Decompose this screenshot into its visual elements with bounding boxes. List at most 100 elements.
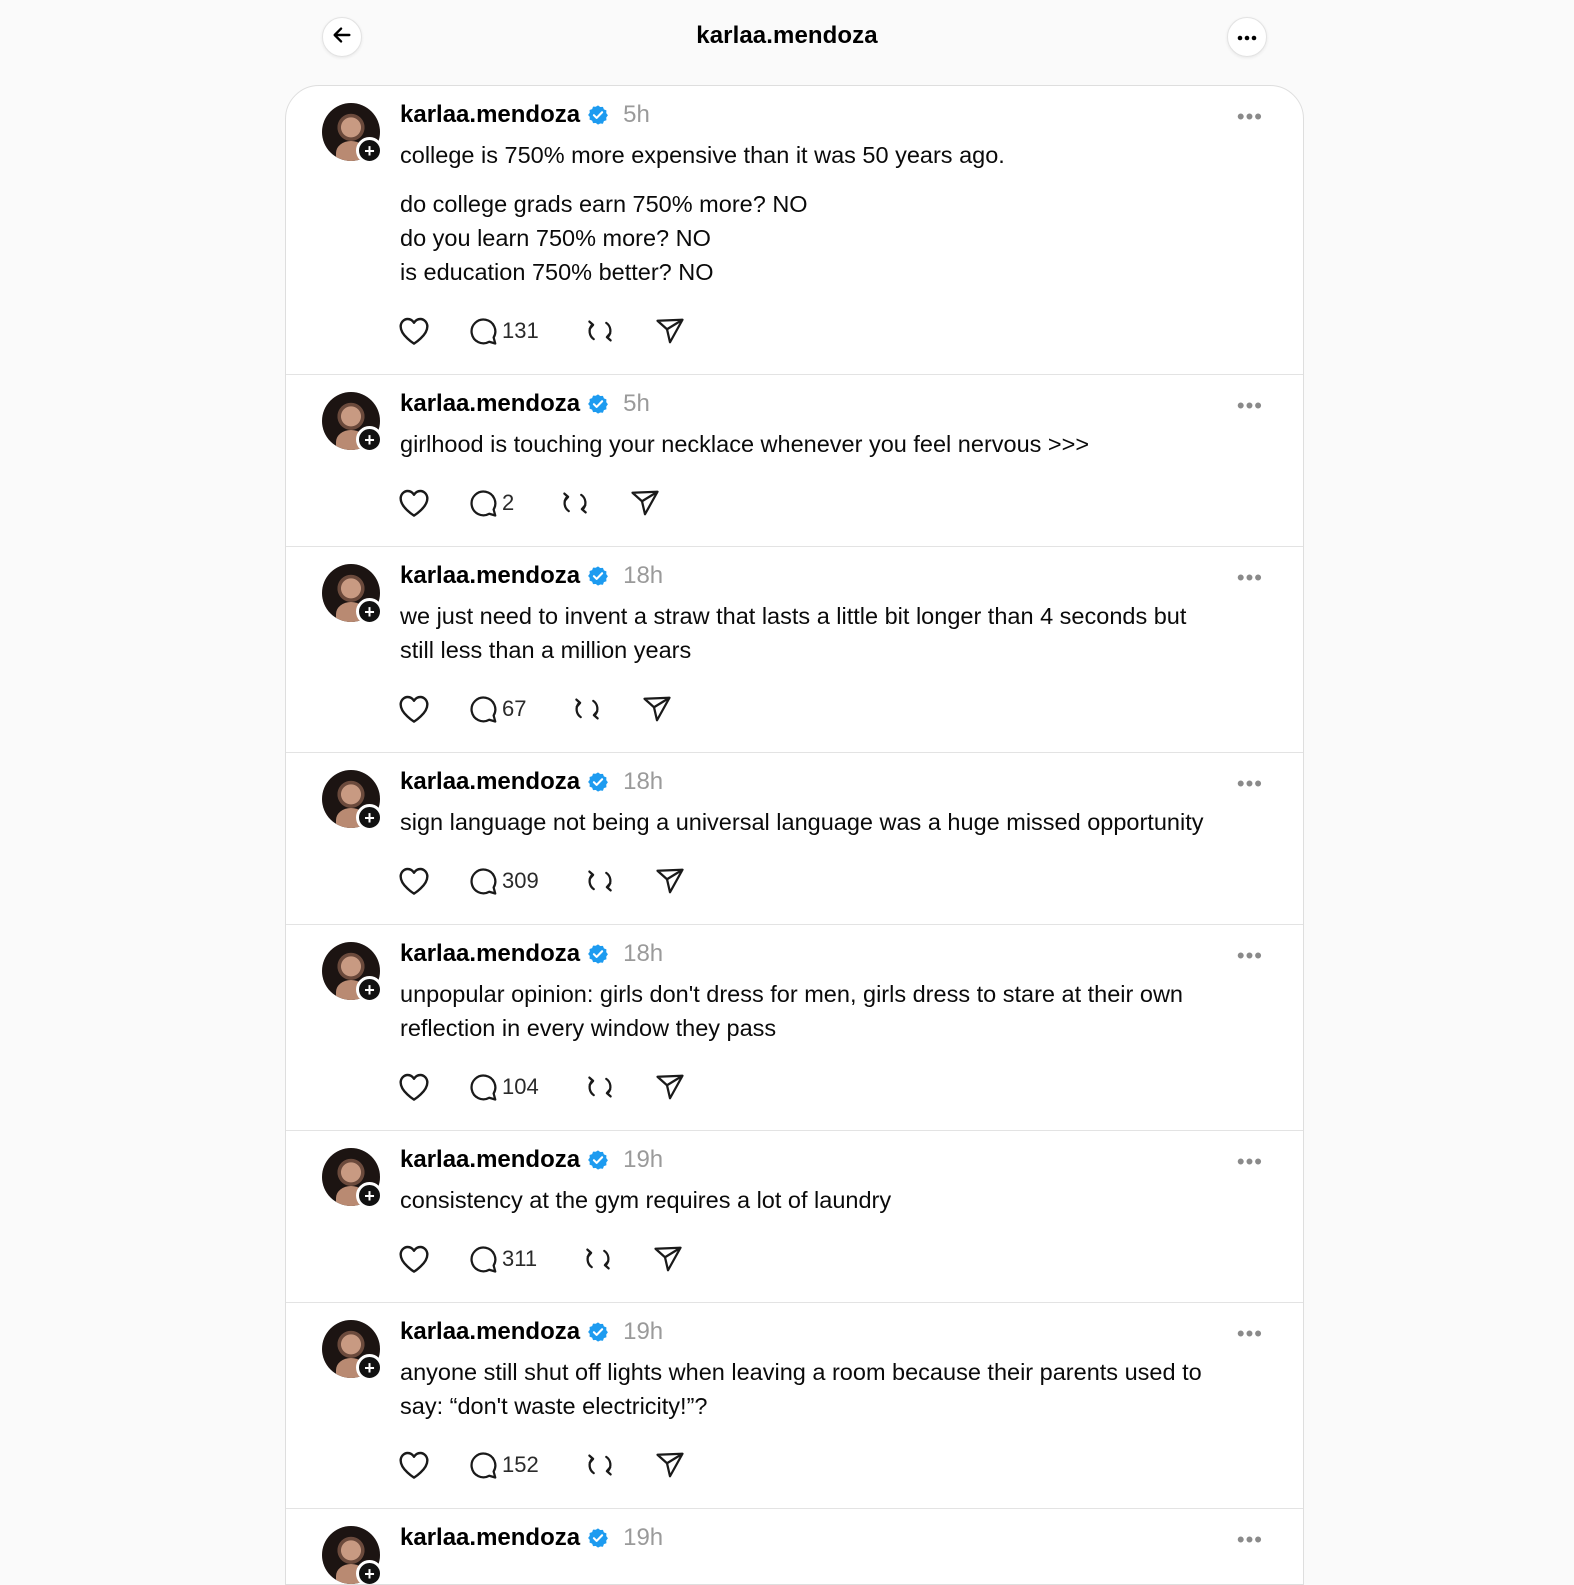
send-icon [653, 1244, 683, 1274]
follow-plus-icon[interactable]: + [356, 1182, 383, 1209]
post-timestamp: 5h [623, 390, 650, 417]
verified-badge-icon [587, 393, 609, 415]
send-icon [655, 866, 685, 896]
follow-plus-icon[interactable]: + [356, 137, 383, 164]
like-button[interactable] [398, 488, 468, 518]
reply-button[interactable]: 311 [468, 1244, 537, 1274]
avatar[interactable]: + [322, 1526, 383, 1584]
reply-button[interactable]: 152 [468, 1450, 539, 1480]
post-timestamp: 19h [623, 1146, 664, 1173]
post-username[interactable]: karlaa.mendoza [400, 390, 580, 418]
avatar[interactable]: + [322, 564, 383, 625]
post-actions: 152 [398, 1445, 1263, 1485]
post-username[interactable]: karlaa.mendoza [400, 940, 580, 968]
like-button[interactable] [398, 1244, 468, 1274]
share-button[interactable] [655, 1072, 685, 1102]
post-paragraph: consistency at the gym requires a lot of… [400, 1187, 892, 1213]
post-username[interactable]: karlaa.mendoza [400, 1524, 580, 1552]
post-paragraph: college is 750% more expensive than it w… [400, 142, 1005, 168]
reply-button[interactable]: 309 [468, 866, 539, 896]
share-button[interactable] [630, 488, 660, 518]
avatar[interactable]: + [322, 103, 383, 164]
follow-plus-icon[interactable]: + [356, 804, 383, 831]
post-paragraph: unpopular opinion: girls don't dress for… [400, 981, 1183, 1041]
avatar[interactable]: + [322, 1148, 383, 1209]
post-username[interactable]: karlaa.mendoza [400, 562, 580, 590]
reply-button[interactable]: 2 [468, 488, 514, 518]
follow-plus-icon[interactable]: + [356, 598, 383, 625]
share-button[interactable] [653, 1244, 683, 1274]
post-actions: 311 [398, 1239, 1263, 1279]
verified-badge-icon [587, 565, 609, 587]
reply-button[interactable]: 104 [468, 1072, 539, 1102]
reply-count: 152 [502, 1452, 539, 1477]
avatar[interactable]: + [322, 1320, 383, 1381]
repost-button[interactable] [572, 694, 642, 724]
like-button[interactable] [398, 694, 468, 724]
post-text: consistency at the gym requires a lot of… [400, 1183, 1263, 1217]
post-more-icon[interactable]: ••• [1237, 106, 1263, 128]
post-actions: 309 [398, 861, 1263, 901]
post-more-icon[interactable]: ••• [1237, 395, 1263, 417]
send-icon [630, 488, 660, 518]
post: + ••• karlaa.mendoza 5h girlhood is touc… [286, 375, 1303, 547]
verified-badge-icon [587, 1149, 609, 1171]
post-paragraph: girlhood is touching your necklace whene… [400, 431, 1090, 457]
post-timestamp: 18h [623, 768, 664, 795]
repost-icon [585, 316, 615, 346]
post-more-icon[interactable]: ••• [1237, 1151, 1263, 1173]
post-text: sign language not being a universal lang… [400, 805, 1263, 839]
like-button[interactable] [398, 316, 468, 346]
post-username[interactable]: karlaa.mendoza [400, 101, 580, 129]
reply-count: 131 [502, 318, 539, 343]
repost-button[interactable] [585, 866, 655, 896]
repost-button[interactable] [560, 488, 630, 518]
follow-plus-icon[interactable]: + [356, 976, 383, 1003]
post: + ••• karlaa.mendoza 18h unpopular opini… [286, 925, 1303, 1131]
post-actions: 104 [398, 1067, 1263, 1107]
post-username[interactable]: karlaa.mendoza [400, 1146, 580, 1174]
post-username[interactable]: karlaa.mendoza [400, 768, 580, 796]
post-actions: 2 [398, 483, 1263, 523]
follow-plus-icon[interactable]: + [356, 1354, 383, 1381]
reply-count: 104 [502, 1074, 539, 1099]
share-button[interactable] [655, 316, 685, 346]
more-options-button[interactable] [1227, 17, 1267, 57]
share-button[interactable] [642, 694, 672, 724]
post-text: anyone still shut off lights when leavin… [400, 1355, 1263, 1423]
like-button[interactable] [398, 1072, 468, 1102]
repost-button[interactable] [585, 1072, 655, 1102]
post-more-icon[interactable]: ••• [1237, 1529, 1263, 1551]
heart-icon [398, 1450, 430, 1480]
repost-icon [585, 866, 615, 896]
send-icon [642, 694, 672, 724]
post-more-icon[interactable]: ••• [1237, 567, 1263, 589]
reply-button[interactable]: 67 [468, 694, 526, 724]
post-paragraph: do college grads earn 750% more? NO do y… [400, 191, 808, 285]
post-more-icon[interactable]: ••• [1237, 945, 1263, 967]
post-username[interactable]: karlaa.mendoza [400, 1318, 580, 1346]
post-actions: 131 [398, 311, 1263, 351]
post-timestamp: 18h [623, 940, 664, 967]
repost-icon [585, 1072, 615, 1102]
comment-icon [468, 866, 498, 896]
reply-button[interactable]: 131 [468, 316, 539, 346]
avatar[interactable]: + [322, 392, 383, 453]
avatar[interactable]: + [322, 770, 383, 831]
posts-feed: + ••• karlaa.mendoza 5h college is 750% … [285, 85, 1304, 1585]
repost-button[interactable] [585, 1450, 655, 1480]
like-button[interactable] [398, 1450, 468, 1480]
share-button[interactable] [655, 1450, 685, 1480]
follow-plus-icon[interactable]: + [356, 426, 383, 453]
post-more-icon[interactable]: ••• [1237, 1323, 1263, 1345]
heart-icon [398, 694, 430, 724]
repost-button[interactable] [585, 316, 655, 346]
repost-button[interactable] [583, 1244, 653, 1274]
follow-plus-icon[interactable]: + [356, 1560, 383, 1584]
post: + ••• karlaa.mendoza 18h sign language n… [286, 753, 1303, 925]
avatar[interactable]: + [322, 942, 383, 1003]
like-button[interactable] [398, 866, 468, 896]
post-more-icon[interactable]: ••• [1237, 773, 1263, 795]
comment-icon [468, 1244, 498, 1274]
share-button[interactable] [655, 866, 685, 896]
